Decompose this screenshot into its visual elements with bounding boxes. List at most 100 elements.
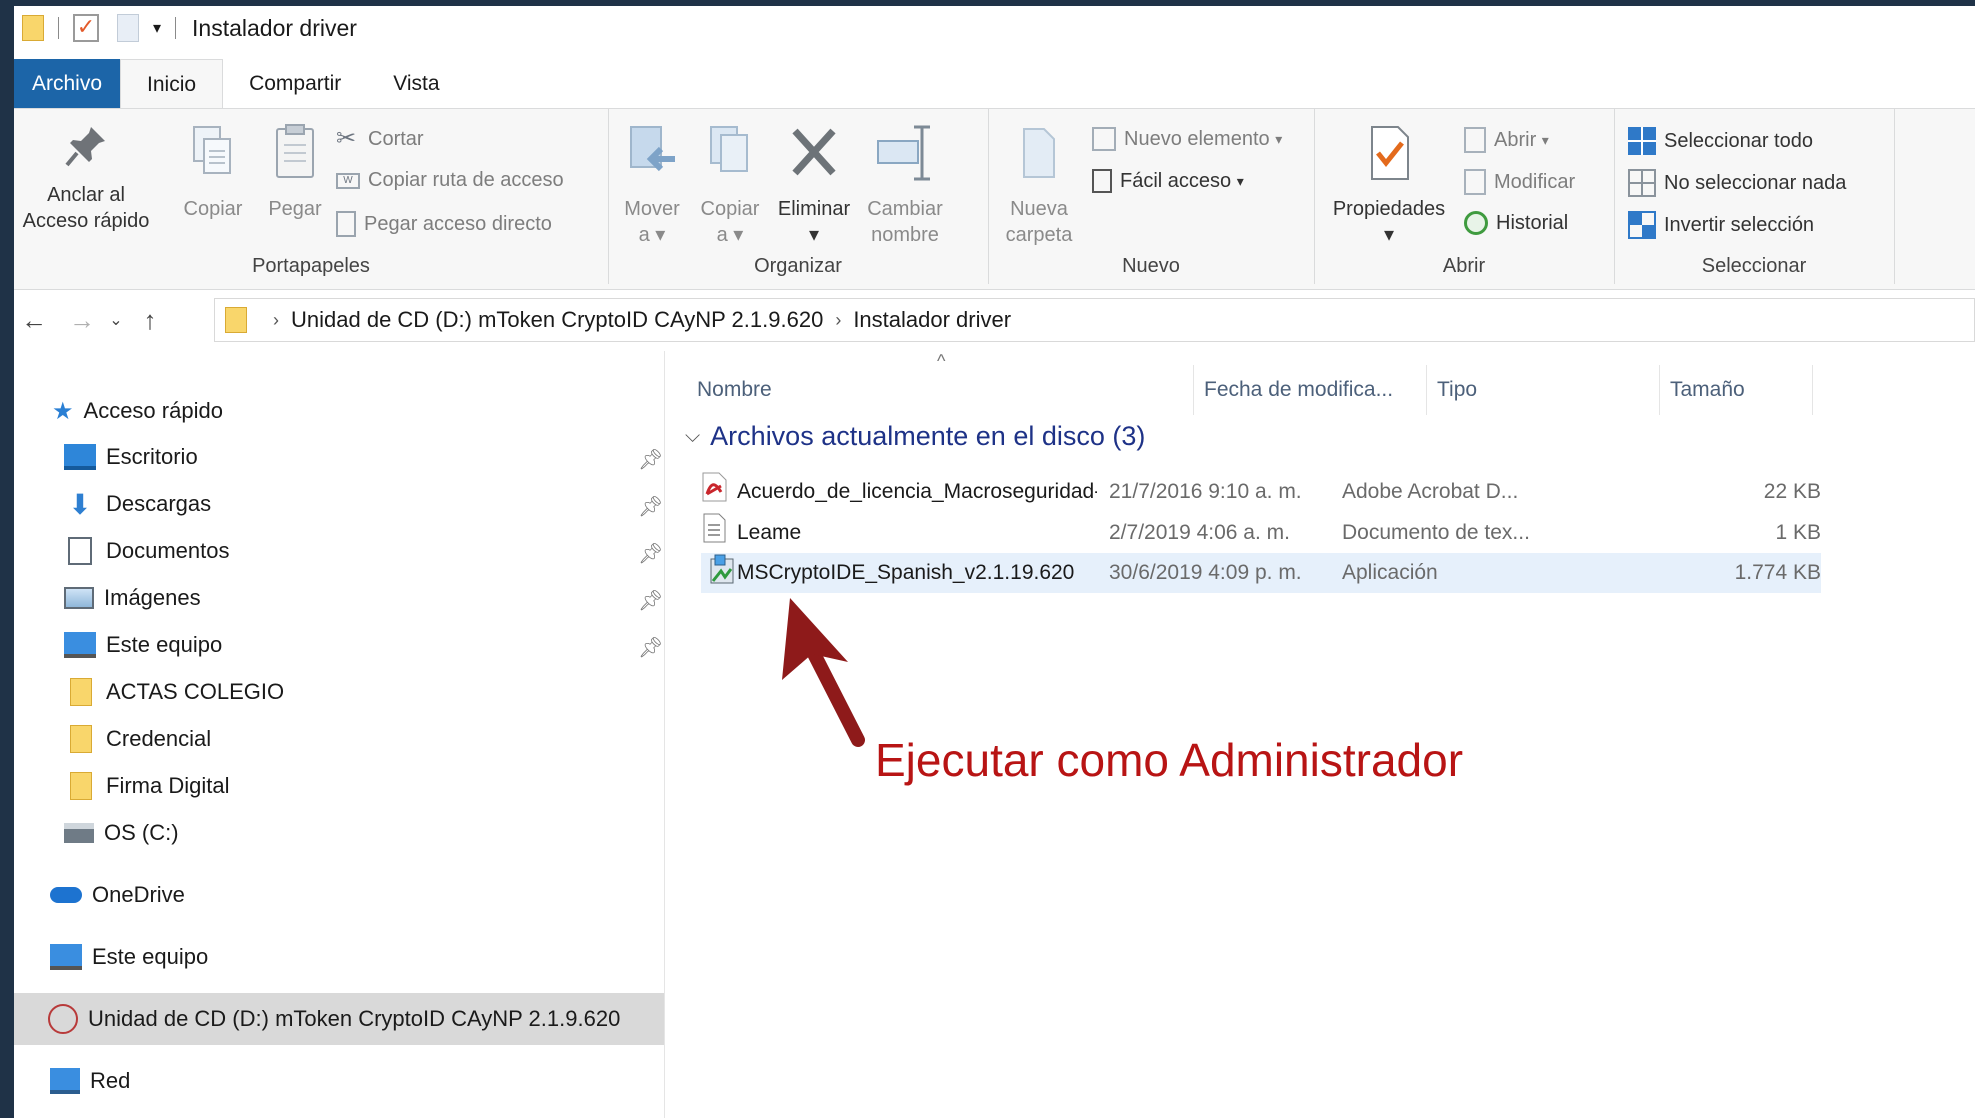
nav-red[interactable]: Red (50, 1061, 130, 1101)
toolbar-separator (175, 17, 177, 39)
paste-button[interactable]: Pegar (259, 123, 331, 222)
navigation-bar: ← → ⌄ ↑ › Unidad de CD (D:) mToken Crypt… (14, 294, 1975, 346)
column-header-name[interactable]: Nombre (687, 365, 1194, 415)
properties-label: Propiedades (1332, 198, 1446, 220)
open-button[interactable]: Abrir ▾ (1464, 127, 1549, 153)
file-date: 21/7/2016 9:10 a. m. (1109, 480, 1302, 503)
new-folder-label-2: carpeta (1005, 224, 1073, 246)
group-seleccionar: Seleccionar todo No seleccionar nada Inv… (1614, 109, 1895, 284)
pin-icon[interactable]: 📌︎ (638, 447, 663, 472)
forward-arrow-icon[interactable]: → (62, 305, 102, 336)
easy-access-label: Fácil acceso (1120, 169, 1232, 192)
folder-icon (225, 307, 247, 333)
group-header-label: Archivos actualmente en el disco (3) (710, 421, 1146, 451)
pin-label-line1: Anclar al (47, 184, 125, 206)
breadcrumb-chevron-icon[interactable]: › (835, 310, 841, 331)
nav-escritorio[interactable]: Escritorio (64, 437, 198, 477)
copy-button[interactable]: Copiar (174, 123, 252, 222)
edit-pencil-icon (1464, 169, 1486, 195)
document-icon (68, 537, 92, 565)
edit-label: Modificar (1494, 170, 1576, 193)
nav-documentos-label: Documentos (106, 538, 230, 563)
properties-dropdown-icon[interactable]: ▾ (1324, 222, 1454, 248)
group-header[interactable]: ⌵ Archivos actualmente en el disco (3) (685, 421, 1145, 452)
history-button[interactable]: Historial (1464, 211, 1568, 235)
file-name: MSCryptoIDE_Spanish_v2.1.19.620 (737, 561, 1075, 584)
file-date: 30/6/2019 4:09 p. m. (1109, 561, 1302, 584)
customize-toolbar-chevron-icon[interactable]: ▾ (153, 18, 161, 38)
properties-button[interactable]: Propiedades ▾ (1324, 123, 1454, 248)
cut-button[interactable]: ✂ Cortar (336, 127, 424, 151)
nav-drive-os-c[interactable]: OS (C:) (64, 813, 179, 853)
select-all-button[interactable]: Seleccionar todo (1628, 127, 1813, 155)
column-header-type[interactable]: Tipo (1427, 365, 1660, 415)
column-header-date[interactable]: Fecha de modifica... (1194, 365, 1427, 415)
nav-imagenes[interactable]: Imágenes (64, 578, 201, 618)
quick-access-toolbar: ✓ ▾ (22, 14, 190, 42)
pin-label-line2: Acceso rápido (22, 210, 150, 232)
select-all-label: Seleccionar todo (1664, 129, 1813, 152)
address-bar[interactable]: › Unidad de CD (D:) mToken CryptoID CAyN… (214, 298, 1975, 342)
breadcrumb-chevron-icon[interactable]: › (273, 310, 279, 331)
move-to-label-2: a ▾ (638, 224, 666, 246)
easy-access-button[interactable]: Fácil acceso ▾ (1092, 169, 1244, 193)
copy-to-button[interactable]: Copiar a ▾ (694, 123, 766, 248)
file-name: Acuerdo_de_licencia_Macroseguridad-(... (737, 480, 1097, 503)
breadcrumb-cd-drive[interactable]: Unidad de CD (D:) mToken CryptoID CAyNP … (291, 307, 823, 333)
nav-folder-label: Firma Digital (106, 773, 230, 798)
cloud-icon (50, 887, 82, 903)
nav-quick-access[interactable]: ★ Acceso rápido (52, 391, 223, 431)
pin-quick-access-button[interactable]: Anclar al Acceso rápido (16, 123, 156, 234)
new-folder-button[interactable]: Nueva carpeta (998, 123, 1080, 248)
pin-icon[interactable]: 📌︎ (638, 541, 663, 566)
easy-access-icon (1092, 169, 1112, 193)
select-none-button[interactable]: No seleccionar nada (1628, 169, 1846, 197)
nav-documentos[interactable]: Documentos (64, 531, 230, 571)
nav-este-equipo[interactable]: Este equipo (50, 937, 208, 977)
tab-inicio[interactable]: Inicio (120, 59, 224, 109)
file-row[interactable]: Acuerdo_de_licencia_Macroseguridad-(... … (701, 472, 1821, 512)
delete-button[interactable]: Eliminar ▾ (772, 123, 856, 248)
breadcrumb-current-folder[interactable]: Instalador driver (853, 307, 1011, 333)
move-to-button[interactable]: Mover a ▾ (616, 123, 688, 248)
nav-descargas[interactable]: ⬇ Descargas (64, 484, 211, 524)
back-arrow-icon[interactable]: ← (14, 305, 54, 336)
pin-icon[interactable]: 📌︎ (638, 635, 663, 660)
paste-shortcut-button[interactable]: Pegar acceso directo (336, 211, 552, 237)
tab-vista[interactable]: Vista (367, 59, 465, 109)
recent-locations-chevron-icon[interactable]: ⌄ (102, 310, 130, 330)
collapse-chevron-icon[interactable]: ⌵ (685, 425, 700, 448)
group-label-portapapeles: Portapapeles (252, 255, 370, 277)
delete-dropdown-icon[interactable]: ▾ (772, 222, 856, 248)
paste-shortcut-label: Pegar acceso directo (364, 212, 552, 235)
annotation-text: Ejecutar como Administrador (875, 734, 1464, 786)
file-row[interactable]: Leame 2/7/2019 4:06 a. m. Documento de t… (701, 513, 1821, 553)
new-folder-icon[interactable] (117, 14, 139, 42)
nav-cd-drive[interactable]: Unidad de CD (D:) mToken CryptoID CAyNP … (14, 993, 664, 1045)
tab-compartir[interactable]: Compartir (223, 59, 367, 109)
nav-folder-actas-colegio[interactable]: ACTAS COLEGIO (64, 672, 284, 712)
new-item-button[interactable]: Nuevo elemento ▾ (1092, 127, 1282, 151)
nav-onedrive[interactable]: OneDrive (50, 875, 185, 915)
up-arrow-icon[interactable]: ↑ (130, 305, 170, 336)
file-row-selected[interactable]: MSCryptoIDE_Spanish_v2.1.19.620 30/6/201… (701, 553, 1821, 593)
group-nuevo: Nueva carpeta Nuevo elemento ▾ Fácil acc… (988, 109, 1315, 284)
copy-path-button[interactable]: W Copiar ruta de acceso (336, 169, 564, 192)
group-portapapeles: Anclar al Acceso rápido Copiar Pegar ✂ C… (14, 109, 609, 284)
invert-selection-button[interactable]: Invertir selección (1628, 211, 1814, 239)
properties-check-icon[interactable]: ✓ (73, 14, 99, 42)
column-header-size[interactable]: Tamaño (1660, 365, 1813, 415)
tab-archivo[interactable]: Archivo (14, 59, 121, 109)
pin-icon[interactable]: 📌︎ (638, 494, 663, 519)
move-to-label-1: Mover (624, 198, 680, 220)
nav-this-pc-label: Este equipo (92, 944, 209, 969)
desktop-icon (64, 444, 96, 470)
nav-folder-firma-digital[interactable]: Firma Digital (64, 766, 229, 806)
edit-button[interactable]: Modificar (1464, 169, 1575, 195)
folder-icon (70, 772, 92, 800)
nav-folder-credencial[interactable]: Credencial (64, 719, 211, 759)
download-arrow-icon: ⬇ (68, 488, 92, 520)
rename-button[interactable]: Cambiar nombre (860, 123, 950, 248)
pin-icon[interactable]: 📌︎ (638, 588, 663, 613)
nav-este-equipo-pinned[interactable]: Este equipo (64, 625, 222, 665)
